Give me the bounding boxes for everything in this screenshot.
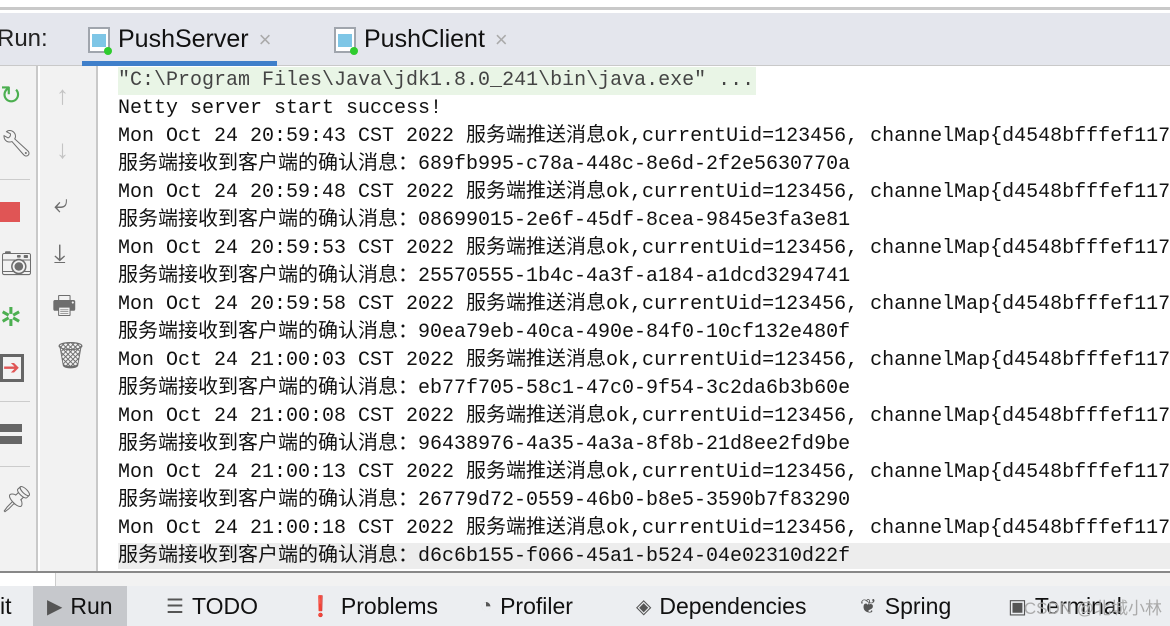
app-icon [88, 26, 112, 55]
tool-git[interactable]: it [0, 586, 26, 626]
wrench-icon[interactable]: 🔧︎ [0, 128, 33, 158]
trash-icon[interactable]: 🗑︎ [54, 340, 87, 370]
list-icon: ☰ [166, 595, 184, 618]
camera-icon[interactable]: 📷︎ [0, 248, 33, 278]
scroll-to-end-icon[interactable]: ⤓ [54, 238, 66, 268]
tool-window-bar: it ▶ Run ☰ TODO ❗ Problems ◔ Profiler ◈ Depen… [0, 586, 1170, 626]
up-arrow-icon[interactable]: ↑ [56, 80, 69, 110]
console-line: 服务端接收到客户端的确认消息：26779d72-0559-46b0-b8e5-3… [118, 489, 851, 512]
rerun-icon[interactable]: ↻ [0, 80, 22, 110]
tool-label: Spring [884, 592, 952, 619]
tool-label: Dependencies [659, 592, 807, 619]
watermark: CSDN @北城小林 [1023, 599, 1162, 618]
console-toolbar: ↑ ↓ ⤶ ⤓ 🖶 🗑︎ [40, 66, 98, 571]
tab-pushserver[interactable]: PushServer × [81, 13, 278, 66]
tool-spring[interactable]: ❦ Spring [846, 586, 965, 626]
down-arrow-icon[interactable]: ↓ [56, 134, 69, 164]
tool-run[interactable]: ▶ Run [33, 586, 127, 626]
tool-dependencies[interactable]: ◈ Dependencies [622, 586, 820, 626]
close-icon[interactable]: × [259, 27, 272, 53]
console-line: Mon Oct 24 21:00:18 CST 2022 服务端推送消息ok,c… [118, 517, 1170, 540]
soft-wrap-icon[interactable]: ⤶ [54, 188, 69, 218]
close-icon[interactable]: × [495, 27, 508, 53]
tool-profiler[interactable]: ◔ Profiler [466, 586, 587, 626]
profiler-icon: ◔ [480, 594, 493, 617]
run-toolbar: ↻ 🔧︎ 📷︎ ✲ ➔ 📌︎ [0, 66, 38, 571]
tool-problems[interactable]: ❗ Problems [294, 586, 452, 626]
pin-icon[interactable]: 📌︎ [0, 484, 33, 514]
run-label: Run: [0, 25, 48, 52]
tool-label: Profiler [500, 592, 573, 619]
console-line: 服务端接收到客户端的确认消息：08699015-2e6f-45df-8cea-9… [118, 209, 851, 232]
console-output[interactable]: "C:\Program Files\Java\jdk1.8.0_241\bin\… [98, 66, 1170, 571]
debug-attach-icon[interactable]: ✲ [0, 302, 22, 332]
console-line: 服务端接收到客户端的确认消息：96438976-4a35-4a3a-8f8b-2… [118, 433, 851, 456]
console-line: Mon Oct 24 20:59:53 CST 2022 服务端推送消息ok,c… [118, 237, 1170, 260]
tab-label: PushServer [118, 25, 249, 53]
console-line: 服务端接收到客户端的确认消息：689fb995-c78a-448c-8e6d-2… [118, 153, 851, 176]
run-icon: ▶ [47, 595, 63, 618]
tab-label: PushClient [364, 25, 485, 53]
console-line: 服务端接收到客户端的确认消息：90ea79eb-40ca-490e-84f0-1… [118, 321, 851, 344]
console-line: Mon Oct 24 21:00:03 CST 2022 服务端推送消息ok,c… [118, 349, 1170, 372]
tool-label: Problems [340, 592, 439, 619]
editor-edge [0, 0, 1170, 10]
console-line: Netty server start success! [118, 97, 443, 120]
tool-todo[interactable]: ☰ TODO [152, 586, 272, 626]
console-line: 服务端接收到客户端的确认消息：25570555-1b4c-4a3f-a184-a… [118, 265, 851, 288]
console-line: 服务端接收到客户端的确认消息：d6c6b155-f066-45a1-b524-0… [118, 545, 851, 568]
tool-label: it [0, 592, 12, 619]
spring-icon: ❦ [860, 595, 877, 618]
tab-pushclient[interactable]: PushClient × [334, 13, 508, 66]
console-line: Mon Oct 24 21:00:13 CST 2022 服务端推送消息ok,c… [118, 461, 1170, 484]
layout-icon[interactable] [0, 424, 22, 444]
app-icon [334, 26, 358, 55]
console-line: 服务端接收到客户端的确认消息：eb77f705-58c1-47c0-9f54-3… [118, 377, 851, 400]
tool-label: TODO [191, 592, 258, 619]
run-tab-bar: Run: PushServer × PushClient × [0, 13, 1170, 66]
tool-label: Run [70, 592, 113, 619]
problems-icon: ❗ [308, 595, 333, 618]
dependencies-icon: ◈ [636, 595, 652, 618]
console-line: Mon Oct 24 20:59:43 CST 2022 服务端推送消息ok,c… [118, 125, 1170, 148]
command-line: "C:\Program Files\Java\jdk1.8.0_241\bin\… [118, 67, 757, 95]
print-icon[interactable]: 🖶 [52, 290, 77, 320]
exit-icon[interactable]: ➔ [0, 354, 24, 382]
stop-icon[interactable] [0, 202, 20, 222]
console-line: Mon Oct 24 20:59:58 CST 2022 服务端推送消息ok,c… [118, 293, 1170, 316]
console-line: Mon Oct 24 20:59:48 CST 2022 服务端推送消息ok,c… [118, 181, 1170, 204]
splitter[interactable] [0, 571, 1170, 586]
console-line: Mon Oct 24 21:00:08 CST 2022 服务端推送消息ok,c… [118, 405, 1170, 428]
